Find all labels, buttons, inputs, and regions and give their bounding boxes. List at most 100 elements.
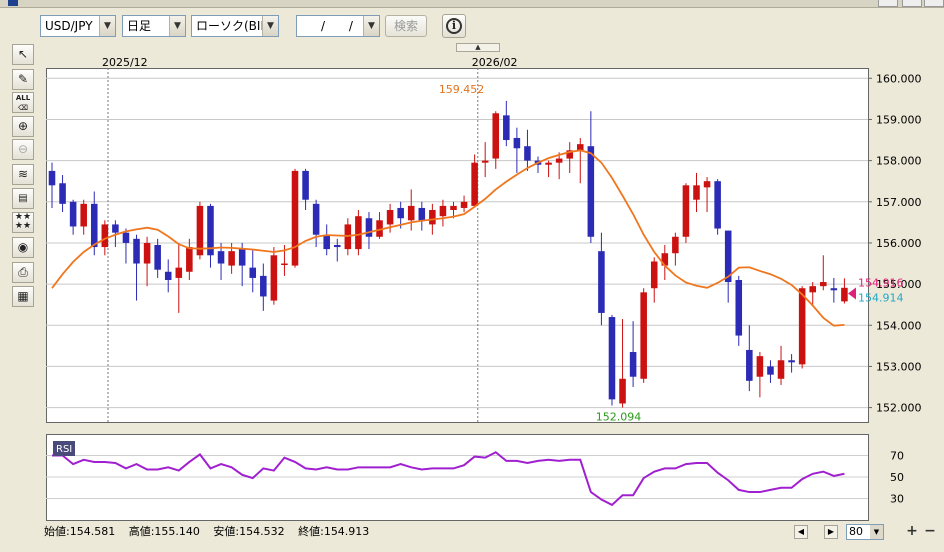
date-input[interactable]: / / ▼ [296,15,380,37]
scroll-right-icon[interactable]: ▶ [824,525,838,539]
zoom-out-button[interactable]: − [922,524,938,540]
candle-body [281,263,288,266]
candle-body [122,232,130,243]
candle-body [48,170,56,186]
data-table-icon[interactable]: ▤ [12,188,34,209]
bid-price-label: 154.916 [858,277,904,290]
price-chart[interactable]: 160.000159.000158.000157.000156.000155.0… [44,54,941,522]
candle-body [714,181,721,229]
candle-body [154,245,161,270]
status-bar: 始値:154.581 高値:155.140 安値:154.532 終値:154.… [44,523,794,541]
candle-body [133,238,140,264]
main-plot-frame [46,68,869,423]
zoom-select[interactable]: 80 ▼ [846,524,884,540]
objects-icon[interactable]: ★★ ★★ [12,212,34,233]
scroll-left-icon[interactable]: ◀ [794,525,808,539]
maximize-icon[interactable] [902,0,922,7]
candle-body [629,352,637,377]
candle-body [703,181,711,188]
candle-body [640,292,647,379]
candle-body [460,201,468,208]
candle-body [471,162,478,206]
candle-body [302,170,309,200]
y-tick-label: 154.000 [876,319,922,332]
print-icon[interactable]: ⎙ [12,262,34,283]
clear-all-label: ALL [15,94,31,102]
chevron-down-icon[interactable]: ▼ [363,16,379,36]
candle-body [777,360,785,379]
rsi-label: RSI [56,444,72,455]
search-button[interactable]: 検索 [385,15,427,37]
candle-body [524,146,531,161]
pen-icon[interactable]: ✎ [12,69,34,90]
y-tick-label: 160.000 [876,72,922,85]
candle-body [809,286,816,293]
candle-body [798,288,806,365]
zoom-value: 80 [849,525,863,538]
minimize-icon[interactable] [878,0,898,7]
eye-icon[interactable]: ◉ [12,237,34,258]
candle-body [693,185,700,200]
candle-body [291,170,299,266]
rsi-level-label: 70 [890,450,904,463]
chevron-down-icon[interactable]: ▼ [169,16,185,36]
y-tick-label: 156.000 [876,237,922,250]
zoom-in-icon[interactable]: ⊕ [12,116,34,137]
info-button[interactable]: i [442,14,466,38]
zoom-out-icon[interactable]: ⊖ [12,139,34,160]
candle-body [555,158,563,163]
price-type-select[interactable]: ローソク(BID) ▼ [191,15,279,37]
side-toolbar: ↖ ✎ ALL ⌫ ⊕ ⊖ ≋ ▤ ★★ ★★ ◉ ⎙ ▦ [12,44,36,324]
cursor-icon[interactable]: ↖ [12,44,34,65]
candle-body [333,245,341,248]
open-price: 始値:154.581 [44,525,116,538]
collapse-toolbar-button[interactable]: ▲ [456,43,500,52]
date-label-band [46,54,868,68]
candle-body [439,205,447,217]
candle-body [429,210,436,225]
close-icon[interactable] [924,0,944,7]
zoom-in-button[interactable]: + [904,524,920,540]
candle-body [820,282,827,287]
candle-body [312,203,320,235]
candle-body [830,288,838,291]
candle-body [682,185,690,237]
indicator-icon[interactable]: ≋ [12,164,34,185]
candle-body [545,162,552,165]
chevron-down-icon[interactable]: ▼ [870,525,883,539]
chevron-down-icon[interactable]: ▼ [262,16,278,36]
candle-body [270,255,278,301]
candle-body [619,378,626,404]
y-tick-label: 158.000 [876,155,922,168]
chart-area[interactable]: 160.000 159.000 158.000 157.000 156.000 155.0… [44,54,941,522]
candle-body [355,216,362,250]
app-icon [8,0,18,6]
candle-body [746,349,753,381]
candle-body [513,137,521,149]
candle-body [238,249,246,266]
candle-body [59,183,66,204]
chevron-down-icon[interactable]: ▼ [99,16,115,36]
candle-body [228,251,235,266]
timeframe-select-value: 日足 [127,19,152,33]
y-tick-label: 157.000 [876,196,922,209]
candle-body [841,287,848,302]
candle-body [418,207,426,221]
date-label: 2026/02 [472,56,518,69]
candle-body [80,203,87,227]
candle-body [397,207,404,219]
clear-all-icon[interactable]: ALL ⌫ [12,92,34,113]
timeframe-select[interactable]: 日足 ▼ [122,15,186,37]
candle-body [503,115,510,141]
candle-body [260,275,267,297]
candle-body [481,160,489,163]
candle-body [249,267,257,278]
grid-icon[interactable]: ▦ [12,286,34,307]
candle-body [735,279,743,336]
date-input-value: / / [321,19,363,33]
symbol-select[interactable]: USD/JPY ▼ [40,15,116,37]
ask-price-label: 154.914 [858,292,904,305]
candle-body [143,242,151,264]
candle-body [112,224,119,233]
date-label: 2025/12 [102,56,148,69]
